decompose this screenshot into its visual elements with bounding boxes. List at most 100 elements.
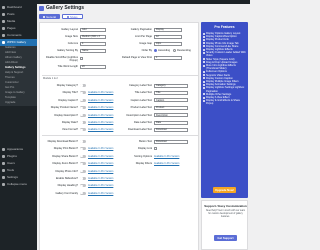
sidebar-item-dashboard[interactable]: Dashboard xyxy=(0,4,37,11)
toggle-switch[interactable] xyxy=(80,98,86,102)
pro-version-link[interactable]: Available In Pro Version xyxy=(88,176,113,181)
label-text-input[interactable]: Download xyxy=(154,127,188,132)
upgrade-button[interactable]: Upgrade Now! xyxy=(213,187,236,193)
pro-version-link[interactable]: Available In Pro Version xyxy=(88,169,113,174)
descending-radio[interactable] xyxy=(173,49,177,52)
check-icon xyxy=(203,35,205,38)
sidebar-collapse[interactable]: Collapse menu xyxy=(0,181,37,188)
gallery-layout-select[interactable]: Grid xyxy=(80,27,106,32)
sidebar-item-comments[interactable]: Comments xyxy=(0,32,37,39)
display-link-checkbox[interactable] xyxy=(154,147,157,151)
toggle-switch[interactable] xyxy=(80,177,86,180)
pro-version-link[interactable]: Available In Pro Version xyxy=(88,154,113,159)
toggle-switch[interactable] xyxy=(80,191,86,195)
setting-label: Gallery Layout xyxy=(61,28,78,31)
tab-styles[interactable]: Styles xyxy=(61,14,83,19)
sorting-select[interactable]: Name xyxy=(80,48,106,53)
label-text-input[interactable]: Description xyxy=(154,113,188,118)
page-title: Gallery Settings xyxy=(46,5,85,11)
app-window: Dashboard Posts Media Pages Comments WPF… xyxy=(0,0,250,250)
label-text-input[interactable]: Product xyxy=(154,105,188,110)
pro-version-link[interactable]: Available In Pro Version xyxy=(154,161,179,166)
check-icon xyxy=(203,99,205,102)
label-text-input[interactable]: Date xyxy=(154,120,188,125)
sidebar-item-pages[interactable]: Pages xyxy=(0,25,37,32)
pro-version-link[interactable]: Available In Pro Version xyxy=(88,120,113,125)
setting-label: Title Label Text xyxy=(134,91,152,95)
toggle-switch[interactable] xyxy=(80,147,86,151)
image-size-select[interactable]: Medium (300 x 3 xyxy=(80,34,106,39)
setting-row: Image Gap xyxy=(112,41,152,46)
settings-icon xyxy=(2,176,5,179)
toggle-switch[interactable] xyxy=(80,121,86,124)
pro-version-link[interactable]: Available In Pro Version xyxy=(88,105,113,110)
setting-row: Gallery Layout xyxy=(42,27,78,32)
setting-row: Disable Scroll Bar (Lightbox Popup) xyxy=(42,55,78,63)
toggle-switch[interactable] xyxy=(80,106,86,110)
label-text-input[interactable]: Category xyxy=(154,83,188,88)
text-input[interactable]: Download xyxy=(154,139,188,144)
sidebar-item-appearance[interactable]: Appearance xyxy=(0,146,37,153)
sidebar-item-posts[interactable]: Posts xyxy=(0,11,37,18)
support-card: Support / Easy Customization Need help? … xyxy=(201,200,248,250)
pro-feature-list: Display Options Gallery Layout Display Ca… xyxy=(203,32,246,106)
toggle-switch[interactable] xyxy=(80,154,86,158)
setting-label: Display Link xyxy=(138,147,152,151)
pro-features-panel: Pro Features Display Options Gallery Lay… xyxy=(201,22,248,198)
toggle-switch[interactable] xyxy=(80,162,86,166)
get-support-button[interactable]: Get Support xyxy=(214,235,237,241)
label-text-input[interactable]: Title xyxy=(154,90,188,95)
toggle-switch[interactable] xyxy=(80,84,86,87)
sidebar-item-tools[interactable]: Tools xyxy=(0,167,37,174)
setting-label: Display Product Name? xyxy=(50,106,78,110)
sidebar-item-gallery[interactable]: WPFC Gallery xyxy=(0,39,37,46)
scrollbar-checkbox[interactable] xyxy=(80,57,83,60)
tab-general[interactable]: General xyxy=(39,14,60,19)
plugin-icon xyxy=(2,155,5,158)
pro-version-link[interactable]: Available In Pro Version xyxy=(88,90,113,95)
setting-label: Gallery Sorting By xyxy=(57,49,78,52)
setting-label: View Format? xyxy=(62,128,78,132)
sidebar-item-media[interactable]: Media xyxy=(0,18,37,25)
pro-feature-item: Display & Grid Effects & Share Popup xyxy=(203,99,246,105)
setting-label: Image Gap xyxy=(139,42,152,45)
label-text-input[interactable]: Caption xyxy=(154,98,188,103)
limit-per-page-input[interactable]: 12 xyxy=(154,34,182,39)
toggle-switch[interactable] xyxy=(80,140,86,143)
pro-version-link[interactable]: Available In Pro Version xyxy=(88,98,113,103)
check-icon xyxy=(203,32,205,35)
sidebar-item-users[interactable]: Users xyxy=(0,160,37,167)
sidebar-item-plugins[interactable]: Plugins xyxy=(0,153,37,160)
pro-version-link[interactable]: Available In Pro Version xyxy=(154,154,179,159)
setting-label: Display Heading? xyxy=(57,184,78,188)
columns-select[interactable]: 4 xyxy=(80,41,106,46)
default-page-input[interactable]: 1 xyxy=(154,55,182,60)
image-gap-input[interactable]: 10px xyxy=(154,41,182,46)
pro-version-link[interactable]: Available In Pro Version xyxy=(88,183,113,188)
setting-label: Display Zoom Button? xyxy=(52,162,78,166)
pro-version-link[interactable]: Available In Pro Version xyxy=(88,191,113,196)
ascending-radio[interactable] xyxy=(154,49,157,52)
setting-label: Image Size xyxy=(65,35,78,38)
pro-version-link[interactable]: Available In Pro Version xyxy=(88,146,113,151)
pro-version-link[interactable]: Available In Pro Version xyxy=(88,161,113,166)
title-length-input[interactable]: 20 xyxy=(80,64,106,69)
pin-icon xyxy=(2,13,5,16)
pro-title: Pro Features xyxy=(214,25,235,29)
sidebar-item-settings[interactable]: Settings xyxy=(0,174,37,181)
pro-version-link[interactable]: Available In Pro Version xyxy=(88,113,113,118)
toggle-switch[interactable] xyxy=(80,91,86,95)
setting-label: Description Label Text xyxy=(126,113,152,117)
toggle-switch[interactable] xyxy=(80,128,86,132)
pro-version-link[interactable]: Available In Pro Version xyxy=(88,127,113,132)
toggle-switch[interactable] xyxy=(80,113,86,117)
setting-row: Gallery Pagination xyxy=(112,27,152,32)
order-radio-group: Ascending Descending xyxy=(154,48,191,53)
toggle-switch[interactable] xyxy=(80,184,86,188)
sidebar-submenu: Galleries Add New Album Gallery Add Albu… xyxy=(0,46,37,106)
setting-label: Sorting Options xyxy=(134,154,152,158)
toggle-switch[interactable] xyxy=(80,169,86,173)
pagination-select[interactable]: Display xyxy=(154,27,182,32)
media-icon xyxy=(2,20,5,23)
